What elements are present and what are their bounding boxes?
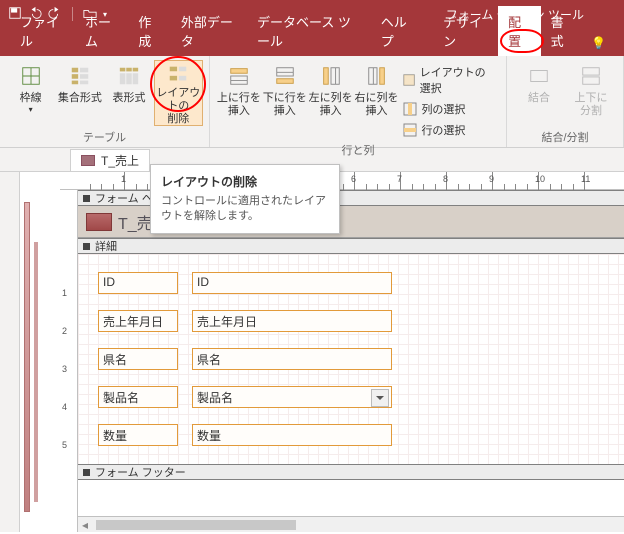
field-textbox[interactable]: 売上年月日 [192,310,392,332]
field-textbox[interactable]: 県名 [192,348,392,370]
merge-label: 結合 [528,92,550,105]
tab-design[interactable]: デザイン [433,6,498,56]
field-label[interactable]: 数量 [98,424,178,446]
tab-home[interactable]: ホーム [75,6,128,56]
merge-button: 結合 [513,60,565,126]
insert-column-right-button[interactable]: 右に列を 挿入 [354,60,400,126]
tab-help[interactable]: ヘルプ [371,6,425,56]
tab-format[interactable]: 書式 [541,6,583,56]
tell-me-icon[interactable]: 💡 [583,30,614,56]
remove-layout-button[interactable]: レイアウトの 削除 [154,60,203,126]
field-textbox[interactable]: 数量 [192,424,392,446]
document-tab-label: T_売上 [101,152,139,169]
field-label[interactable]: 製品名 [98,386,178,408]
tooltip-title: レイアウトの削除 [161,173,329,190]
horizontal-scrollbar[interactable]: ◂ [78,516,624,532]
left-gutter [0,172,20,532]
tabular-label: 表形式 [113,92,146,105]
field-label[interactable]: ID [98,272,178,294]
insert-row-below-button[interactable]: 下に行を 挿入 [262,60,308,126]
field-textbox[interactable]: ID [192,272,392,294]
form-title-icon [86,213,112,231]
insert-below-label: 下に行を 挿入 [263,92,307,118]
select-column-label: 列の選択 [421,101,465,117]
tab-external-data[interactable]: 外部データ [171,6,247,56]
insert-left-label: 左に列を 挿入 [309,92,353,118]
field-label[interactable]: 売上年月日 [98,310,178,332]
tab-file[interactable]: ファイル [10,6,75,56]
section-detail[interactable]: 詳細 [78,238,624,254]
select-layout-button[interactable]: レイアウトの選択 [399,62,500,98]
select-layout-label: レイアウトの選択 [420,64,496,96]
insert-right-label: 右に列を 挿入 [355,92,399,118]
insert-row-above-button[interactable]: 上に行を 挿入 [216,60,262,126]
section-form-footer[interactable]: フォーム フッター [78,464,624,480]
form-icon [81,155,95,166]
select-column-button[interactable]: 列の選択 [399,99,500,119]
select-row-button[interactable]: 行の選択 [399,120,500,140]
split-vertical-button: 上下に 分割 [565,60,617,126]
scrollbar-thumb[interactable] [96,520,296,530]
insert-above-label: 上に行を 挿入 [217,92,261,118]
gridlines-label: 枠線 [20,92,42,105]
record-selector [34,242,38,502]
tab-arrange[interactable]: 配置 [498,6,540,56]
tab-create[interactable]: 作成 [128,6,170,56]
gridlines-button[interactable]: 枠線 ▾ [6,60,55,126]
split-vert-label: 上下に 分割 [575,92,608,118]
field-label[interactable]: 県名 [98,348,178,370]
vertical-ruler: 12345 [60,190,78,532]
horizontal-ruler: 1234567891011 [60,172,624,190]
group-mergesplit-label: 結合/分割 [513,127,617,145]
tabular-layout-button[interactable]: 表形式 [104,60,153,126]
stacked-label: 集合形式 [58,92,102,105]
group-table-label: テーブル [6,127,203,145]
field-combobox[interactable]: 製品名 [192,386,392,408]
stacked-layout-button[interactable]: 集合形式 [55,60,104,126]
tab-database-tools[interactable]: データベース ツール [247,6,371,56]
section-form-footer-label: フォーム フッター [95,464,186,480]
insert-column-left-button[interactable]: 左に列を 挿入 [308,60,354,126]
selection-bar[interactable] [24,202,30,512]
select-row-label: 行の選択 [421,122,465,138]
tooltip-body: コントロールに適用されたレイアウトを解除します。 [161,194,329,225]
group-rowscols-label: 行と列 [216,140,500,158]
remove-layout-label: レイアウトの 削除 [155,87,202,127]
section-detail-label: 詳細 [95,238,117,254]
tooltip-remove-layout: レイアウトの削除 コントロールに適用されたレイアウトを解除します。 [150,164,340,234]
document-tab[interactable]: T_売上 [70,149,150,171]
